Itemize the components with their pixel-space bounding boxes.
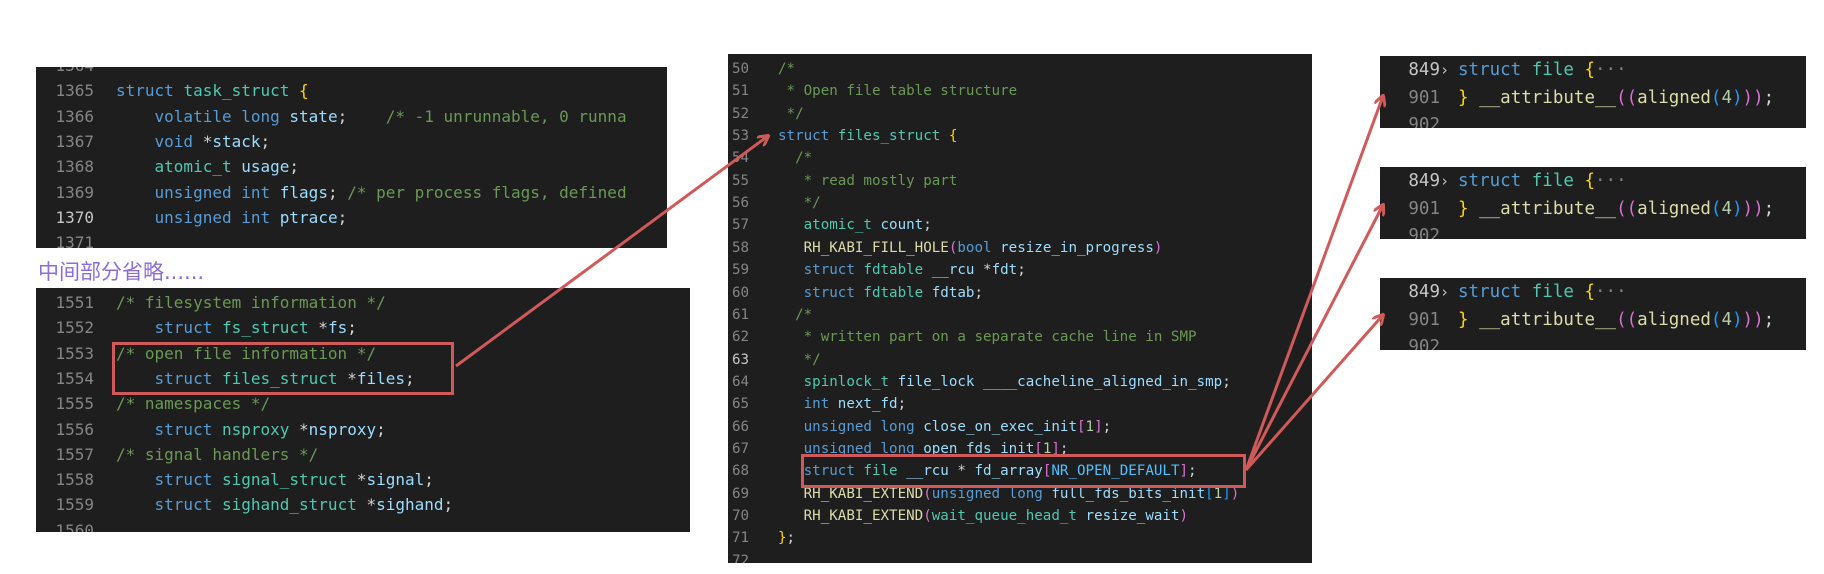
- arrow-files-to-files-struct: [455, 136, 768, 368]
- pointer-arrows: [455, 0, 1824, 471]
- arrow-fd-array-to-file-1: [1244, 96, 1383, 471]
